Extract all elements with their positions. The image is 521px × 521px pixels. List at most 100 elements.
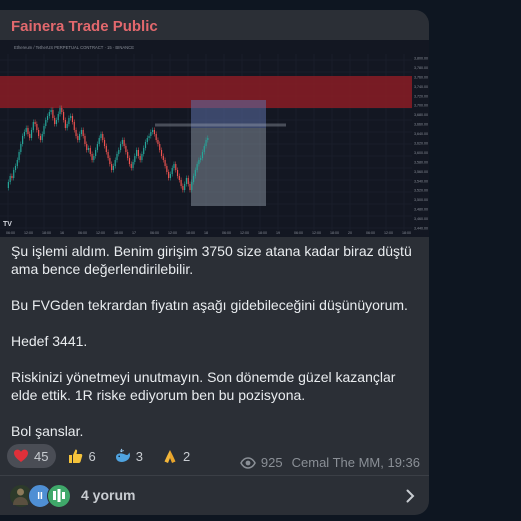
candle — [184, 184, 186, 190]
candle — [164, 160, 166, 166]
candle — [107, 152, 109, 158]
reaction-thumbs-up[interactable]: 6 — [61, 444, 103, 468]
chevron-right-icon[interactable] — [406, 489, 415, 503]
candle — [75, 130, 77, 136]
candle — [38, 130, 40, 136]
price-tick-label: 3,660.00 — [414, 123, 428, 127]
candle — [45, 120, 47, 126]
author-time: Cemal The MM, 19:36 — [291, 455, 420, 470]
view-count: 925 — [260, 455, 283, 470]
candle — [36, 124, 38, 130]
time-tick-label: 12:00 — [24, 231, 33, 235]
comments-bar[interactable]: II 4 yorum — [0, 475, 429, 515]
candle — [182, 186, 184, 190]
candle — [22, 136, 24, 144]
time-tick-label: 20 — [348, 231, 352, 235]
candle — [123, 140, 125, 146]
time-tick-label: 18:00 — [42, 231, 51, 235]
candle — [192, 176, 195, 182]
candle — [201, 152, 204, 158]
candle — [111, 164, 113, 170]
candle — [198, 160, 200, 164]
candle — [114, 160, 116, 166]
price-tick-label: 3,480.00 — [414, 208, 428, 212]
candle — [14, 166, 17, 170]
time-tick-label: 18:00 — [330, 231, 339, 235]
candle — [11, 176, 13, 178]
time-tick-label: 16 — [60, 231, 64, 235]
price-tick-label: 3,780.00 — [414, 66, 428, 70]
candle — [155, 134, 157, 140]
time-tick-label: 12:00 — [384, 231, 393, 235]
candle — [200, 158, 202, 160]
heart-icon — [14, 449, 28, 462]
reaction-praying-hands[interactable]: 2 — [156, 444, 198, 468]
price-tick-label: 3,540.00 — [414, 179, 428, 183]
comments-count[interactable]: 4 yorum — [81, 487, 135, 503]
price-tick-label: 3,460.00 — [414, 217, 428, 221]
candle — [157, 140, 159, 144]
candle — [62, 112, 65, 120]
candle — [189, 184, 191, 190]
candle — [61, 108, 63, 112]
candle — [169, 174, 172, 178]
candle — [59, 108, 61, 114]
candle — [95, 150, 97, 156]
price-tick-label: 3,740.00 — [414, 85, 428, 89]
message-paragraph: Şu işlemi aldım. Benim girişim 3750 size… — [11, 243, 412, 277]
price-tick-label: 3,560.00 — [414, 170, 428, 174]
candle — [160, 150, 163, 156]
candle — [194, 170, 196, 176]
time-tick-label: 06:00 — [222, 231, 231, 235]
candle — [166, 166, 168, 172]
candle — [105, 146, 107, 152]
time-tick-label: 06:00 — [150, 231, 159, 235]
target-zone — [191, 128, 266, 206]
candle — [29, 134, 31, 138]
price-tick-label: 3,580.00 — [414, 160, 428, 164]
candle — [9, 176, 11, 182]
price-tick-label: 3,720.00 — [414, 94, 428, 98]
candle — [178, 176, 180, 180]
candle — [130, 164, 132, 168]
channel-name[interactable]: Fainera Trade Public — [11, 18, 158, 35]
candle — [125, 146, 127, 152]
candle — [137, 150, 139, 156]
chart-image[interactable]: Ethereum / TetherUS PERPETUAL CONTRACT ·… — [0, 40, 429, 237]
candle — [159, 144, 161, 150]
candle — [84, 136, 86, 144]
chart-header: Ethereum / TetherUS PERPETUAL CONTRACT ·… — [14, 45, 134, 50]
candle — [116, 154, 118, 160]
reactions-bar: 45 6 3 2 — [7, 444, 198, 468]
reaction-count: 6 — [88, 448, 96, 464]
candle — [109, 158, 111, 164]
time-tick-label: 06:00 — [294, 231, 303, 235]
candle — [16, 160, 18, 166]
candle — [54, 118, 56, 124]
candle — [18, 152, 20, 160]
time-tick-label: 06:00 — [366, 231, 375, 235]
candle — [173, 164, 175, 168]
trading-chart: Ethereum / TetherUS PERPETUAL CONTRACT ·… — [0, 45, 428, 235]
reaction-heart[interactable]: 45 — [7, 444, 57, 468]
candle — [121, 140, 123, 144]
price-tick-label: 3,500.00 — [414, 198, 428, 202]
candle — [100, 134, 102, 138]
reaction-whale[interactable]: 3 — [109, 444, 151, 468]
candle — [118, 150, 120, 154]
candle — [162, 156, 164, 160]
time-tick-label: 18 — [204, 231, 208, 235]
price-tick-label: 3,700.00 — [414, 104, 428, 108]
time-tick-label: 12:00 — [168, 231, 177, 235]
candle — [144, 142, 147, 148]
candle — [77, 136, 79, 140]
commenter-avatars: II — [9, 484, 73, 508]
candle — [25, 128, 27, 132]
time-tick-label: 12:00 — [312, 231, 321, 235]
candle — [52, 110, 54, 118]
candle — [112, 166, 115, 170]
message-paragraph: Hedef 3441. — [11, 333, 88, 349]
candle — [119, 144, 122, 150]
candle — [152, 130, 154, 132]
candle — [93, 156, 95, 160]
